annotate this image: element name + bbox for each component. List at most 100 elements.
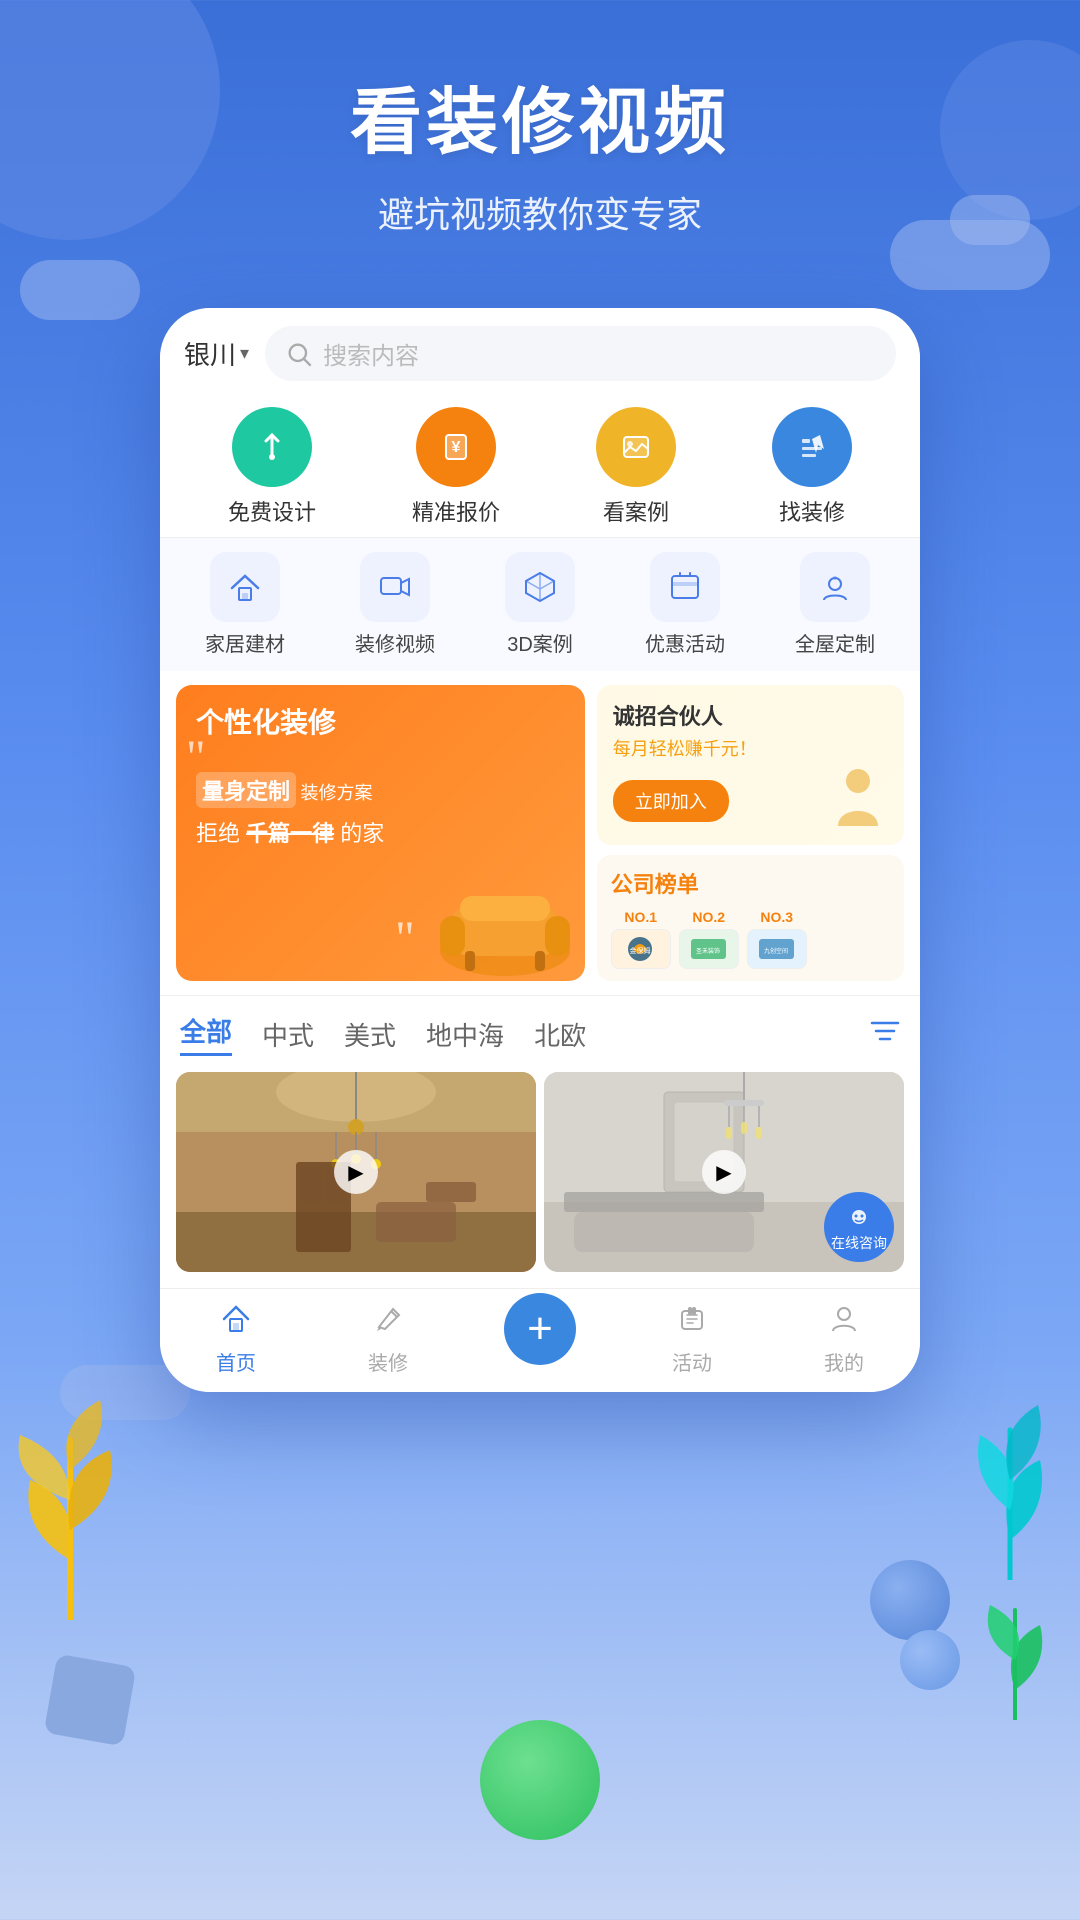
icon-free-design-label: 免费设计 [228, 495, 316, 527]
banner-strikethrough: 千篇一律 [246, 821, 334, 846]
company-rank-card: 公司榜单 NO.1 金保姆 [597, 855, 904, 981]
mine-icon [827, 1301, 861, 1343]
deco-leaf-green [970, 1570, 1060, 1720]
nav-mine-label: 我的 [824, 1347, 864, 1376]
icon-3d-case[interactable]: 3D案例 [505, 552, 575, 657]
nav-plus[interactable]: + [464, 1313, 616, 1365]
partner-sub: 每月轻松赚千元！ [613, 735, 888, 761]
nav-renovation-label: 装修 [368, 1347, 408, 1376]
icon-3d-case-circle [505, 552, 575, 622]
room-image-1[interactable]: ▶ [176, 1072, 536, 1272]
icon-quote-circle: ¥ [416, 407, 496, 487]
icon-cases[interactable]: 看案例 [596, 407, 676, 527]
icon-full-custom-circle [800, 552, 870, 622]
icon-offers-label: 优惠活动 [645, 628, 725, 657]
sub-title: 避坑视频教你变专家 [0, 186, 1080, 238]
rank-logo-box-2: 圣禾装饰 [679, 929, 739, 969]
banner-quote-end: " [395, 911, 415, 966]
header-area: 看装修视频 避坑视频教你变专家 [0, 0, 1080, 278]
activity-icon [675, 1301, 709, 1343]
online-consult-button[interactable]: 在线咨询 [824, 1192, 894, 1262]
icon-home-materials[interactable]: 家居建材 [205, 552, 285, 657]
home-icon [219, 1301, 253, 1343]
filter-tab-nordic[interactable]: 北欧 [534, 1016, 586, 1053]
city-name: 银川 [184, 335, 236, 372]
icon-find-renovation[interactable]: 找装修 [772, 407, 852, 527]
search-bar-row: 银川 ▾ 搜索内容 [160, 308, 920, 391]
search-placeholder: 搜索内容 [323, 336, 419, 371]
renovation-icon [371, 1301, 405, 1343]
filter-tab-all[interactable]: 全部 [180, 1012, 232, 1056]
rank-title: 公司榜单 [611, 867, 890, 899]
city-selector[interactable]: 银川 ▾ [184, 335, 249, 372]
banner-area: 个性化装修 " 量身定制 装修方案 拒绝 千篇一律 的家 " [160, 671, 920, 995]
deco-leaf-teal [950, 1380, 1070, 1580]
bottom-nav: 首页 装修 + [160, 1288, 920, 1392]
search-input-box[interactable]: 搜索内容 [265, 326, 896, 381]
rank-logo-3: NO.3 九创空间 [747, 909, 807, 969]
image-grid: ▶ [160, 1072, 920, 1288]
sofa-decoration [425, 851, 585, 981]
join-button[interactable]: 立即加入 [613, 780, 729, 822]
icon-quote-label: 精准报价 [412, 495, 500, 527]
play-button-1[interactable]: ▶ [334, 1150, 378, 1194]
icon-find-renovation-circle [772, 407, 852, 487]
svg-text:金保姆: 金保姆 [630, 946, 651, 955]
deco-leaf-yellow [0, 1380, 140, 1620]
icon-offers-circle [650, 552, 720, 622]
icon-renovation-video[interactable]: 装修视频 [355, 552, 435, 657]
filter-tab-chinese[interactable]: 中式 [262, 1016, 314, 1053]
banner-left[interactable]: 个性化装修 " 量身定制 装修方案 拒绝 千篇一律 的家 " [176, 685, 585, 981]
banner-text2-container: 拒绝 千篇一律 的家 [196, 816, 565, 848]
banner-right: 诚招合伙人 每月轻松赚千元！ 立即加入 公司榜单 [597, 685, 904, 981]
nav-activity-label: 活动 [672, 1347, 712, 1376]
nav-renovation[interactable]: 装修 [312, 1301, 464, 1376]
deco-ball-green [480, 1720, 600, 1840]
deco-cube [44, 1654, 137, 1747]
phone-container: 银川 ▾ 搜索内容 免费设计 [0, 308, 1080, 1392]
banner-quote: " [186, 730, 206, 785]
icon-find-renovation-label: 找装修 [779, 495, 845, 527]
filter-sort-icon[interactable] [870, 1017, 900, 1052]
banner-text2: 拒绝 [196, 821, 240, 846]
play-button-2[interactable]: ▶ [702, 1150, 746, 1194]
online-consult-label: 在线咨询 [831, 1236, 887, 1251]
rank-logo-box-1: 金保姆 [611, 929, 671, 969]
banner-text1: 装修方案 [300, 783, 372, 803]
rank-logo-box-3: 九创空间 [747, 929, 807, 969]
icon-full-custom-label: 全屋定制 [795, 628, 875, 657]
deco-shape-left [50, 1660, 130, 1740]
banner-text3: 的家 [340, 821, 384, 846]
nav-home[interactable]: 首页 [160, 1301, 312, 1376]
nav-plus-button[interactable]: + [504, 1293, 576, 1365]
svg-text:圣禾装饰: 圣禾装饰 [696, 947, 720, 955]
rank-badge-3: NO.3 [760, 909, 793, 925]
rank-badge-1: NO.1 [624, 909, 657, 925]
room-image-2[interactable]: ▶ 在线咨询 [544, 1072, 904, 1272]
icon-renovation-video-label: 装修视频 [355, 628, 435, 657]
partner-title: 诚招合伙人 [613, 699, 888, 731]
partner-person-icon [828, 761, 888, 831]
deco-ball-blue-1 [870, 1560, 950, 1640]
icon-offers[interactable]: 优惠活动 [645, 552, 725, 657]
deco-ball-blue-2 [900, 1630, 960, 1690]
banner-left-title: 个性化装修 [196, 705, 565, 741]
search-icon [285, 340, 313, 368]
partner-card: 诚招合伙人 每月轻松赚千元！ 立即加入 [597, 685, 904, 845]
banner-highlight: 量身定制 [196, 772, 296, 808]
icon-renovation-video-circle [360, 552, 430, 622]
filter-tabs: 全部 中式 美式 地中海 北欧 [160, 995, 920, 1072]
rank-logo-2: NO.2 圣禾装饰 [679, 909, 739, 969]
icon-free-design[interactable]: 免费设计 [228, 407, 316, 527]
filter-tab-mediterranean[interactable]: 地中海 [426, 1016, 504, 1053]
city-dropdown-arrow: ▾ [240, 343, 249, 364]
nav-activity[interactable]: 活动 [616, 1301, 768, 1376]
icon-3d-case-label: 3D案例 [507, 628, 573, 657]
rank-logo-1: NO.1 金保姆 [611, 909, 671, 969]
icon-free-design-circle [232, 407, 312, 487]
icon-full-custom[interactable]: 全屋定制 [795, 552, 875, 657]
icon-quote[interactable]: ¥ 精准报价 [412, 407, 500, 527]
nav-mine[interactable]: 我的 [768, 1301, 920, 1376]
filter-tab-american[interactable]: 美式 [344, 1016, 396, 1053]
svg-text:¥: ¥ [452, 439, 461, 456]
